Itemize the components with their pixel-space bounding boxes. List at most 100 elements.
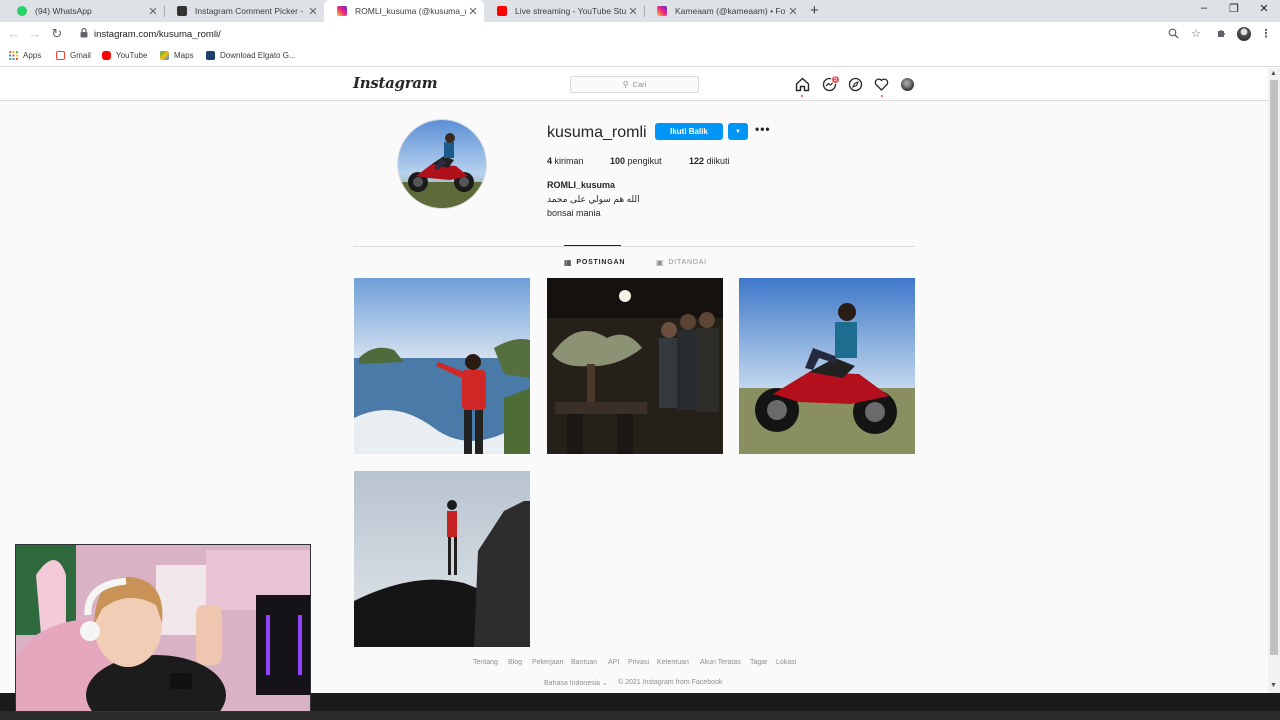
search-placeholder: Cari xyxy=(632,80,647,89)
back-button[interactable]: ← xyxy=(6,26,22,41)
browser-tab-youtube-studio[interactable]: Live streaming - YouTube Studio ✕ xyxy=(484,0,644,22)
tab-tagged[interactable]: ▣ DITANDAI xyxy=(656,258,707,267)
minimize-window-button[interactable]: – xyxy=(1194,2,1214,14)
forward-button[interactable]: → xyxy=(27,26,43,41)
browser-profile-avatar[interactable] xyxy=(1237,27,1251,41)
activity-heart-icon[interactable] xyxy=(874,77,889,92)
apps-grid-icon xyxy=(9,51,18,60)
footer-link-hashtags[interactable]: Tagar xyxy=(750,659,768,666)
post-photo-bonsai-night xyxy=(547,278,723,454)
activity-dot xyxy=(881,95,883,97)
bookmark-star-icon[interactable]: ☆ xyxy=(1189,27,1203,40)
tab-title: Instagram Comment Picker - Free xyxy=(195,6,306,16)
bookmarks-bar: Apps Gmail YouTube Maps Download Elgato … xyxy=(0,46,1280,67)
close-tab-icon[interactable]: ✕ xyxy=(786,5,800,18)
tab-title: Live streaming - YouTube Studio xyxy=(515,6,626,16)
follow-back-button[interactable]: Ikuti Balik xyxy=(655,123,723,140)
comment-picker-icon xyxy=(177,6,187,16)
posts-count: 4 xyxy=(547,156,553,166)
copyright-text: © 2021 Instagram from Facebook xyxy=(618,679,723,686)
bookmark-gmail[interactable]: Gmail xyxy=(56,51,91,60)
tab-title: Kameaam (@kameaam) • Foto dan xyxy=(675,6,786,16)
browser-tab-instagram-active[interactable]: ROMLI_kusuma (@kusuma_romli) ✕ xyxy=(324,0,484,22)
profile-avatar[interactable] xyxy=(397,119,487,209)
youtube-icon xyxy=(102,51,111,60)
bookmark-label: Apps xyxy=(23,51,42,60)
post-photo-beach xyxy=(354,278,530,454)
restore-window-button[interactable]: ❐ xyxy=(1224,2,1244,15)
close-tab-icon[interactable]: ✕ xyxy=(466,5,480,18)
profile-photo-motorbike xyxy=(398,120,486,208)
menu-kebab-icon[interactable]: ⋮ xyxy=(1259,27,1273,40)
new-tab-button[interactable]: + xyxy=(810,2,819,19)
following-stat[interactable]: 122 diikuti xyxy=(689,156,730,166)
zoom-icon[interactable] xyxy=(1168,28,1179,39)
instagram-icon xyxy=(337,6,347,16)
post-thumbnail[interactable] xyxy=(547,278,723,454)
instagram-header: Instagram ⚲ Cari 5 xyxy=(0,68,1268,101)
suggestions-dropdown-button[interactable]: ▼ xyxy=(728,123,748,140)
explore-icon[interactable] xyxy=(848,77,863,92)
bookmark-maps[interactable]: Maps xyxy=(160,51,194,60)
tab-posts[interactable]: ▦ POSTINGAN xyxy=(564,258,625,267)
maps-icon xyxy=(160,51,169,60)
search-input[interactable]: ⚲ Cari xyxy=(570,76,699,93)
gmail-icon xyxy=(56,51,65,60)
user-avatar-icon[interactable] xyxy=(901,78,914,91)
close-window-button[interactable]: ✕ xyxy=(1254,2,1274,15)
whatsapp-icon xyxy=(17,6,27,16)
language-label: Bahasa Indonesia xyxy=(544,680,601,687)
bookmark-apps[interactable]: Apps xyxy=(9,51,41,60)
grid-icon: ▦ xyxy=(564,258,573,267)
browser-tab-kameaam[interactable]: Kameaam (@kameaam) • Foto dan ✕ xyxy=(644,0,804,22)
tab-posts-label: POSTINGAN xyxy=(576,259,626,266)
following-count: 122 xyxy=(689,156,705,166)
profile-display-name: ROMLI_kusuma xyxy=(547,180,616,190)
scrollbar-thumb[interactable] xyxy=(1270,80,1278,655)
instagram-logo[interactable]: Instagram xyxy=(353,74,438,92)
posts-label: kiriman xyxy=(554,156,584,166)
post-photo-motorbike xyxy=(739,278,915,454)
post-thumbnail[interactable] xyxy=(354,278,530,454)
home-icon[interactable] xyxy=(795,77,810,92)
reload-button[interactable]: ↻ xyxy=(49,26,65,42)
browser-toolbar: ← → ↻ instagram.com/kusuma_romli/ ☆ ⋮ xyxy=(0,22,1280,46)
more-options-icon[interactable]: ••• xyxy=(755,122,771,136)
footer-link-top-accounts[interactable]: Akun Teratas xyxy=(700,659,741,666)
scroll-down-arrow-icon[interactable]: ▼ xyxy=(1270,682,1277,689)
followers-stat[interactable]: 100 pengikut xyxy=(610,156,662,166)
footer-link-locations[interactable]: Lokasi xyxy=(776,659,796,666)
profile-divider xyxy=(353,246,915,247)
bookmark-youtube[interactable]: YouTube xyxy=(102,51,147,60)
language-selector[interactable]: Bahasa Indonesia ⌄ xyxy=(544,679,608,687)
search-icon: ⚲ xyxy=(622,80,629,89)
footer-link-about[interactable]: Tentang xyxy=(473,659,498,666)
followers-label: pengikut xyxy=(627,156,662,166)
footer-link-api[interactable]: API xyxy=(608,659,619,666)
taskbar-bottom-strip xyxy=(0,711,1280,720)
browser-tab-whatsapp[interactable]: (94) WhatsApp ✕ xyxy=(4,0,164,22)
following-label: diikuti xyxy=(706,156,730,166)
close-tab-icon[interactable]: ✕ xyxy=(306,5,320,18)
bio-line-arabic: الله هم سولي على محمد xyxy=(547,194,640,204)
followers-count: 100 xyxy=(610,156,626,166)
browser-tab-comment-picker[interactable]: Instagram Comment Picker - Free ✕ xyxy=(164,0,324,22)
footer-link-help[interactable]: Bantuan xyxy=(571,659,597,666)
footer-link-blog[interactable]: Blog xyxy=(508,659,522,666)
bookmark-elgato[interactable]: Download Elgato G... xyxy=(206,51,296,60)
close-tab-icon[interactable]: ✕ xyxy=(626,5,640,18)
close-tab-icon[interactable]: ✕ xyxy=(146,5,160,18)
messages-badge: 5 xyxy=(831,75,840,84)
footer-link-privacy[interactable]: Privasi xyxy=(628,659,649,666)
address-bar[interactable]: instagram.com/kusuma_romli/ xyxy=(94,29,221,40)
footer-link-jobs[interactable]: Pekerjaan xyxy=(532,659,564,666)
elgato-icon xyxy=(206,51,215,60)
active-tab-indicator xyxy=(564,245,621,246)
footer-link-terms[interactable]: Ketentuan xyxy=(657,659,689,666)
post-thumbnail[interactable] xyxy=(739,278,915,454)
scroll-up-arrow-icon[interactable]: ▲ xyxy=(1270,70,1277,77)
post-thumbnail[interactable] xyxy=(354,471,530,647)
profile-username: kusuma_romli xyxy=(547,124,647,141)
webcam-overlay xyxy=(15,544,311,712)
extensions-icon[interactable] xyxy=(1216,28,1227,39)
